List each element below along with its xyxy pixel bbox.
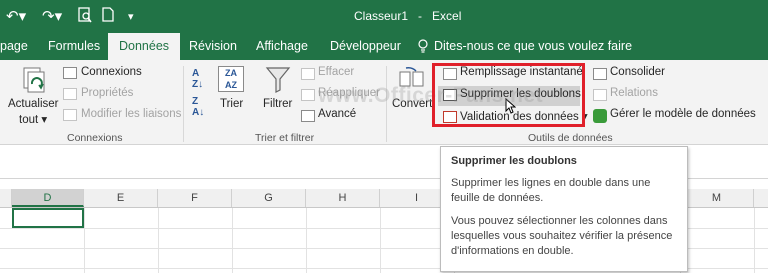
undo-icon[interactable]: ↶▾ <box>6 7 26 25</box>
tab-affichage[interactable]: Affichage <box>256 39 308 53</box>
properties-button[interactable]: Propriétés <box>81 87 133 99</box>
column-header-e[interactable]: E <box>84 189 158 207</box>
redo-icon[interactable]: ↷▾ <box>42 7 62 25</box>
manage-data-model-button[interactable]: Gérer le modèle de données <box>610 108 756 120</box>
consolidate-icon <box>593 68 607 80</box>
column-header-m[interactable]: M <box>680 189 754 207</box>
connexions-button[interactable]: Connexions <box>81 66 142 78</box>
new-file-icon[interactable] <box>102 7 114 26</box>
tab-donnees[interactable]: Données <box>108 33 181 60</box>
column-header-f[interactable]: F <box>158 189 232 207</box>
reapply-icon <box>301 89 315 101</box>
relationships-button[interactable]: Relations <box>610 87 658 99</box>
active-cell[interactable] <box>12 208 84 228</box>
title-separator: - <box>418 9 423 23</box>
clear-filter-icon <box>301 68 315 80</box>
tooltip: Supprimer les doublons Supprimer les lig… <box>440 146 688 272</box>
sort-dialog-icon: ZA AZ <box>218 66 244 92</box>
group-separator <box>183 66 184 142</box>
filter-button[interactable]: Filtrer <box>263 98 292 110</box>
group-label-connexions: Connexions <box>67 132 123 144</box>
edit-links-button[interactable]: Modifier les liaisons <box>81 108 181 120</box>
refresh-all-label-2[interactable]: tout ▾ <box>19 112 47 126</box>
sort-button[interactable]: Trier <box>220 98 243 110</box>
select-all-corner[interactable] <box>0 189 12 207</box>
tooltip-paragraph-2: Vous pouvez sélectionner les colonnes da… <box>451 215 673 257</box>
column-header-d[interactable]: D <box>12 189 84 207</box>
data-model-icon <box>593 109 607 123</box>
highlight-box <box>432 63 585 127</box>
tab-formules[interactable]: Formules <box>48 39 100 53</box>
lightbulb-icon <box>418 39 428 56</box>
relationships-icon <box>593 89 607 101</box>
consolidate-button[interactable]: Consolider <box>610 66 665 78</box>
print-preview-icon[interactable] <box>78 7 92 27</box>
tab-mise-en-page[interactable]: page <box>0 39 28 53</box>
refresh-all-icon <box>20 66 50 96</box>
window-title: Classeur1- Excel <box>354 9 471 23</box>
tab-developpeur[interactable]: Développeur <box>330 39 401 53</box>
sort-az-icon[interactable]: A Z↓ <box>192 68 203 90</box>
customize-qat-icon[interactable]: ▾ <box>128 10 134 23</box>
app-name: Excel <box>432 9 462 23</box>
column-header-g[interactable]: G <box>232 189 306 207</box>
advanced-button[interactable]: Avancé <box>318 108 356 120</box>
tell-me-search[interactable]: Dites-nous ce que vous voulez faire <box>434 39 632 53</box>
clear-button[interactable]: Effacer <box>318 66 354 78</box>
document-name: Classeur1 <box>354 9 409 23</box>
edit-links-icon <box>63 109 77 121</box>
filter-icon <box>265 66 291 97</box>
ribbon-tabs: page Formules Données Révision Affichage… <box>0 33 768 60</box>
properties-icon <box>63 88 77 100</box>
tooltip-title: Supprimer les doublons <box>451 155 577 167</box>
title-bar: ↶▾ ↷▾ ▾ Classeur1- Excel <box>0 0 768 33</box>
tab-revision[interactable]: Révision <box>189 39 237 53</box>
tooltip-paragraph-1: Supprimer les lignes en double dans une … <box>451 177 651 204</box>
group-label-outils-donnees: Outils de données <box>528 132 613 144</box>
advanced-filter-icon <box>301 110 315 122</box>
refresh-all-label[interactable]: Actualiser <box>8 98 59 110</box>
group-label-trier-filtrer: Trier et filtrer <box>255 132 315 144</box>
sort-za-icon[interactable]: Z A↓ <box>192 96 204 118</box>
connections-icon <box>63 67 77 79</box>
column-header-h[interactable]: H <box>306 189 380 207</box>
